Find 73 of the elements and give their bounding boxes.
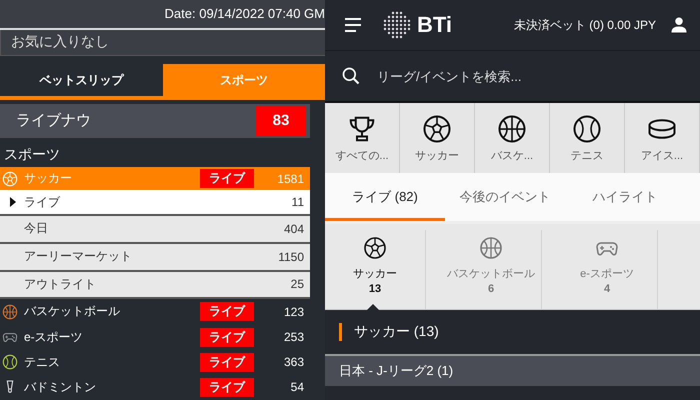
sport-name: サッカー — [24, 170, 73, 188]
sport-label: テニス — [570, 148, 604, 162]
tennis-ball-icon — [572, 114, 602, 144]
search-icon — [341, 66, 361, 86]
sport-count: 123 — [282, 304, 304, 319]
search-field[interactable]: リーグ/イベントを検索... — [375, 68, 688, 84]
caret-icon — [10, 197, 16, 208]
live-now-bar[interactable]: ライブナウ 83 — [0, 104, 310, 138]
sport-card[interactable]: バスケットボール 6 — [441, 230, 542, 309]
sport-name: バスケットボール — [24, 303, 121, 320]
live-badge: ライブ — [200, 302, 254, 322]
soccer-ball-icon — [2, 170, 18, 187]
league-row[interactable]: 日本 - J-リーグ2 (1) — [325, 356, 700, 386]
date-text: Date: 09/14/2022 07:40 GM — [164, 6, 325, 22]
sport-name: e-スポーツ — [580, 267, 634, 281]
sport-label: アイス... — [640, 148, 684, 162]
submenu-label: アーリーマーケット — [24, 248, 133, 266]
sport-name: バスケットボール — [447, 267, 535, 281]
sport-row[interactable]: e-スポーツ ライブ 253 — [0, 324, 310, 350]
submenu-label: ライブ — [24, 194, 61, 211]
sport-row[interactable]: テニス ライブ 363 — [0, 350, 310, 375]
sport-card[interactable]: サッカー 13 — [325, 230, 426, 309]
submenu-count: 404 — [284, 222, 304, 236]
sport-name: e-スポーツ — [24, 328, 84, 346]
submenu-item[interactable]: アウトライト 25 — [0, 272, 310, 300]
submenu-item[interactable]: アーリーマーケット 1150 — [0, 244, 310, 272]
sport-row[interactable]: バスケットボール ライブ 123 — [0, 299, 310, 324]
section-title: サッカー (13) — [354, 323, 439, 341]
submenu-count: 25 — [290, 277, 304, 292]
tab[interactable]: ライブ (82) — [325, 173, 445, 221]
submenu-item[interactable]: 今日 404 — [0, 216, 310, 244]
sport-name: テニス — [24, 354, 61, 371]
event-count: 6 — [488, 283, 494, 295]
submenu-label: 今日 — [24, 220, 49, 238]
submenu-item[interactable]: ライブ 11 — [0, 190, 310, 216]
event-count: 13 — [368, 283, 382, 295]
tab[interactable]: 今後のイベント — [445, 173, 565, 221]
live-badge: ライブ — [200, 169, 254, 188]
soccer-ball-icon — [363, 236, 387, 260]
live-badge: ライブ — [200, 328, 254, 347]
event-count: 4 — [604, 283, 610, 295]
basketball-icon — [479, 236, 503, 260]
sport-count: 1581 — [276, 172, 304, 186]
basketball-icon — [2, 304, 18, 320]
favorites-box: お気に入りなし — [0, 30, 325, 56]
sport-count: 363 — [282, 355, 304, 370]
section-heading: スポーツ — [3, 144, 61, 164]
live-badge: ライブ — [200, 378, 254, 397]
sport-row[interactable]: サッカー ライブ 1581 — [0, 166, 310, 190]
soccer-ball-icon — [422, 114, 452, 144]
sport-name: サッカー — [353, 267, 397, 281]
live-now-label: ライブナウ — [16, 111, 91, 130]
sport-label: バスケ... — [490, 148, 534, 162]
logo-text: BTi — [417, 12, 452, 38]
dotted-globe-icon — [381, 9, 413, 41]
sport-count: 253 — [282, 330, 304, 344]
sport-row[interactable]: バドミントン ライブ 54 — [0, 374, 310, 400]
tennis-ball-icon — [2, 354, 18, 370]
live-badge: ライブ — [200, 352, 254, 372]
sport-label: サッカー — [415, 148, 459, 162]
menu-icon[interactable] — [345, 18, 361, 32]
open-bets-text[interactable]: 未決済ベット (0) 0.00 JPY — [514, 16, 656, 34]
submenu-label: アウトライト — [24, 276, 97, 293]
live-count-badge: 83 — [256, 106, 306, 136]
sport-card[interactable]: e-スポーツ 4 — [557, 230, 658, 309]
submenu-count: 11 — [292, 195, 304, 210]
sport-count: 54 — [290, 380, 304, 394]
user-icon[interactable] — [670, 16, 688, 34]
basketball-icon — [497, 114, 527, 144]
sport-name: バドミントン — [24, 378, 97, 396]
submenu-count: 1150 — [278, 250, 304, 264]
sport-label: すべての... — [335, 148, 389, 162]
tab[interactable]: ハイライト — [565, 173, 685, 221]
